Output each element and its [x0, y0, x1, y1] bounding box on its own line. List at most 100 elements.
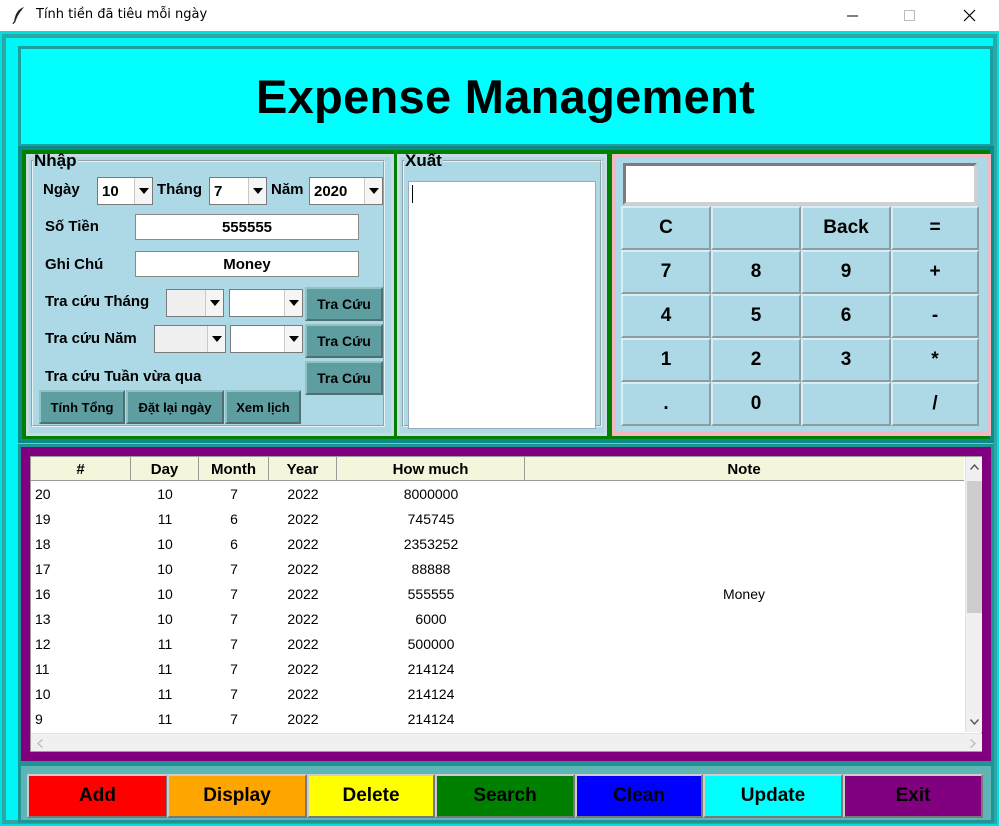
amount-label: Số Tiền	[45, 218, 99, 235]
calc-key-back[interactable]: Back	[801, 206, 891, 250]
lookup-month-button[interactable]: Tra Cứu	[305, 287, 383, 321]
lookup-year-button[interactable]: Tra Cứu	[305, 324, 383, 358]
update-button[interactable]: Update	[703, 774, 843, 818]
lookup-week-button[interactable]: Tra Cứu	[305, 361, 383, 395]
table-row[interactable]: 20 10 7 2022 8000000	[31, 481, 964, 506]
app-window: Tính tiền đã tiêu mỗi ngày Expense Manag…	[0, 0, 999, 826]
cell-day: 11	[157, 660, 173, 677]
expense-table[interactable]: # Day Month Year How much Note 20 10 7 2022…	[30, 456, 982, 752]
calc-key-plus[interactable]: +	[891, 250, 979, 294]
table-row[interactable]: 10 11 7 2022 214124	[31, 681, 964, 706]
calc-key-9[interactable]: 9	[801, 250, 891, 294]
month-combobox[interactable]: 7	[209, 177, 267, 205]
calc-key-8[interactable]: 8	[711, 250, 801, 294]
app-body: Expense Management Nhập Ngày 10 Tháng 7 …	[0, 31, 999, 826]
calculator-display[interactable]	[623, 163, 977, 205]
table-row[interactable]: 18 10 6 2022 2353252	[31, 531, 964, 556]
output-legend: Xuất	[405, 151, 442, 170]
scroll-right-icon[interactable]	[966, 736, 980, 750]
lookup-month-year-combobox[interactable]	[229, 289, 303, 317]
view-calendar-button[interactable]: Xem lịch	[225, 390, 301, 424]
lookup-year-combobox[interactable]	[154, 325, 226, 353]
lookup-year-extra-combobox[interactable]	[230, 325, 303, 353]
cell-month: 7	[230, 710, 238, 727]
calc-key-blank[interactable]	[711, 206, 801, 250]
column-header-note[interactable]: Note	[525, 457, 963, 481]
cell-month: 7	[230, 685, 238, 702]
calc-key-2[interactable]: 2	[711, 338, 801, 382]
minimize-button[interactable]	[830, 0, 876, 31]
display-button[interactable]: Display	[167, 774, 307, 818]
amount-field[interactable]: 555555	[135, 214, 359, 240]
add-button[interactable]: Add	[27, 774, 168, 818]
cell-day: 10	[157, 560, 173, 577]
calc-key-blank[interactable]	[801, 382, 891, 426]
cell-month: 7	[230, 560, 238, 577]
year-combobox[interactable]: 2020	[309, 177, 383, 205]
delete-button[interactable]: Delete	[307, 774, 435, 818]
calc-key-equals[interactable]: =	[891, 206, 979, 250]
column-header-month[interactable]: Month	[199, 457, 269, 481]
calc-key-multiply[interactable]: *	[891, 338, 979, 382]
cell-note: Money	[722, 585, 766, 602]
table-row[interactable]: 16 10 7 2022 555555 Money	[31, 581, 964, 606]
calc-key-0[interactable]: 0	[711, 382, 801, 426]
chevron-down-icon[interactable]	[248, 178, 266, 204]
table-row[interactable]: 17 10 7 2022 88888	[31, 556, 964, 581]
sum-button[interactable]: Tính Tổng	[39, 390, 125, 424]
scroll-down-icon[interactable]	[966, 712, 983, 732]
cell-id: 13	[35, 610, 51, 627]
year-value: 2020	[314, 182, 348, 200]
chevron-down-icon[interactable]	[207, 326, 225, 352]
table-row[interactable]: 9 11 7 2022 214124	[31, 706, 964, 731]
minimize-icon	[847, 15, 858, 16]
calc-key-minus[interactable]: -	[891, 294, 979, 338]
calc-key-decimal[interactable]: .	[621, 382, 711, 426]
lookup-month-combobox[interactable]	[166, 289, 224, 317]
maximize-button[interactable]	[887, 0, 933, 31]
table-row[interactable]: 19 11 6 2022 745745	[31, 506, 964, 531]
calc-key-4[interactable]: 4	[621, 294, 711, 338]
cell-month: 6	[230, 535, 238, 552]
column-header-amount[interactable]: How much	[337, 457, 525, 481]
calc-key-clear[interactable]: C	[621, 206, 711, 250]
column-header-year[interactable]: Year	[269, 457, 337, 481]
cell-year: 2022	[287, 510, 319, 527]
scrollbar-thumb[interactable]	[967, 481, 982, 613]
chevron-down-icon[interactable]	[134, 178, 152, 204]
table-row[interactable]: 11 11 7 2022 214124	[31, 656, 964, 681]
scroll-left-icon[interactable]	[33, 736, 47, 750]
calc-key-7[interactable]: 7	[621, 250, 711, 294]
cell-amount: 8000000	[403, 485, 459, 502]
table-row[interactable]: 12 11 7 2022 500000	[31, 631, 964, 656]
column-header-day[interactable]: Day	[131, 457, 199, 481]
search-button[interactable]: Search	[435, 774, 575, 818]
note-field[interactable]: Money	[135, 251, 359, 277]
calc-key-6[interactable]: 6	[801, 294, 891, 338]
chevron-down-icon[interactable]	[284, 290, 302, 316]
cell-id: 18	[35, 535, 51, 552]
reset-date-button[interactable]: Đặt lại ngày	[126, 390, 224, 424]
clean-button[interactable]: Clean	[575, 774, 703, 818]
chevron-down-icon[interactable]	[364, 178, 382, 204]
close-button[interactable]	[946, 0, 992, 31]
cell-day: 10	[157, 485, 173, 502]
calc-key-divide[interactable]: /	[891, 382, 979, 426]
vertical-scrollbar[interactable]	[965, 457, 982, 732]
calc-key-3[interactable]: 3	[801, 338, 891, 382]
calc-key-5[interactable]: 5	[711, 294, 801, 338]
scroll-up-icon[interactable]	[966, 457, 983, 477]
day-combobox[interactable]: 10	[97, 177, 153, 205]
day-label: Ngày	[43, 181, 80, 198]
chevron-down-icon[interactable]	[205, 290, 223, 316]
calc-key-1[interactable]: 1	[621, 338, 711, 382]
cell-id: 20	[35, 485, 51, 502]
input-legend: Nhập	[34, 151, 77, 170]
exit-button[interactable]: Exit	[843, 774, 983, 818]
chevron-down-icon[interactable]	[284, 326, 302, 352]
table-row[interactable]: 13 10 7 2022 6000	[31, 606, 964, 631]
column-header-id[interactable]: #	[31, 457, 131, 481]
output-textbox[interactable]	[408, 181, 596, 429]
horizontal-scrollbar[interactable]	[31, 733, 982, 751]
cell-year: 2022	[287, 560, 319, 577]
